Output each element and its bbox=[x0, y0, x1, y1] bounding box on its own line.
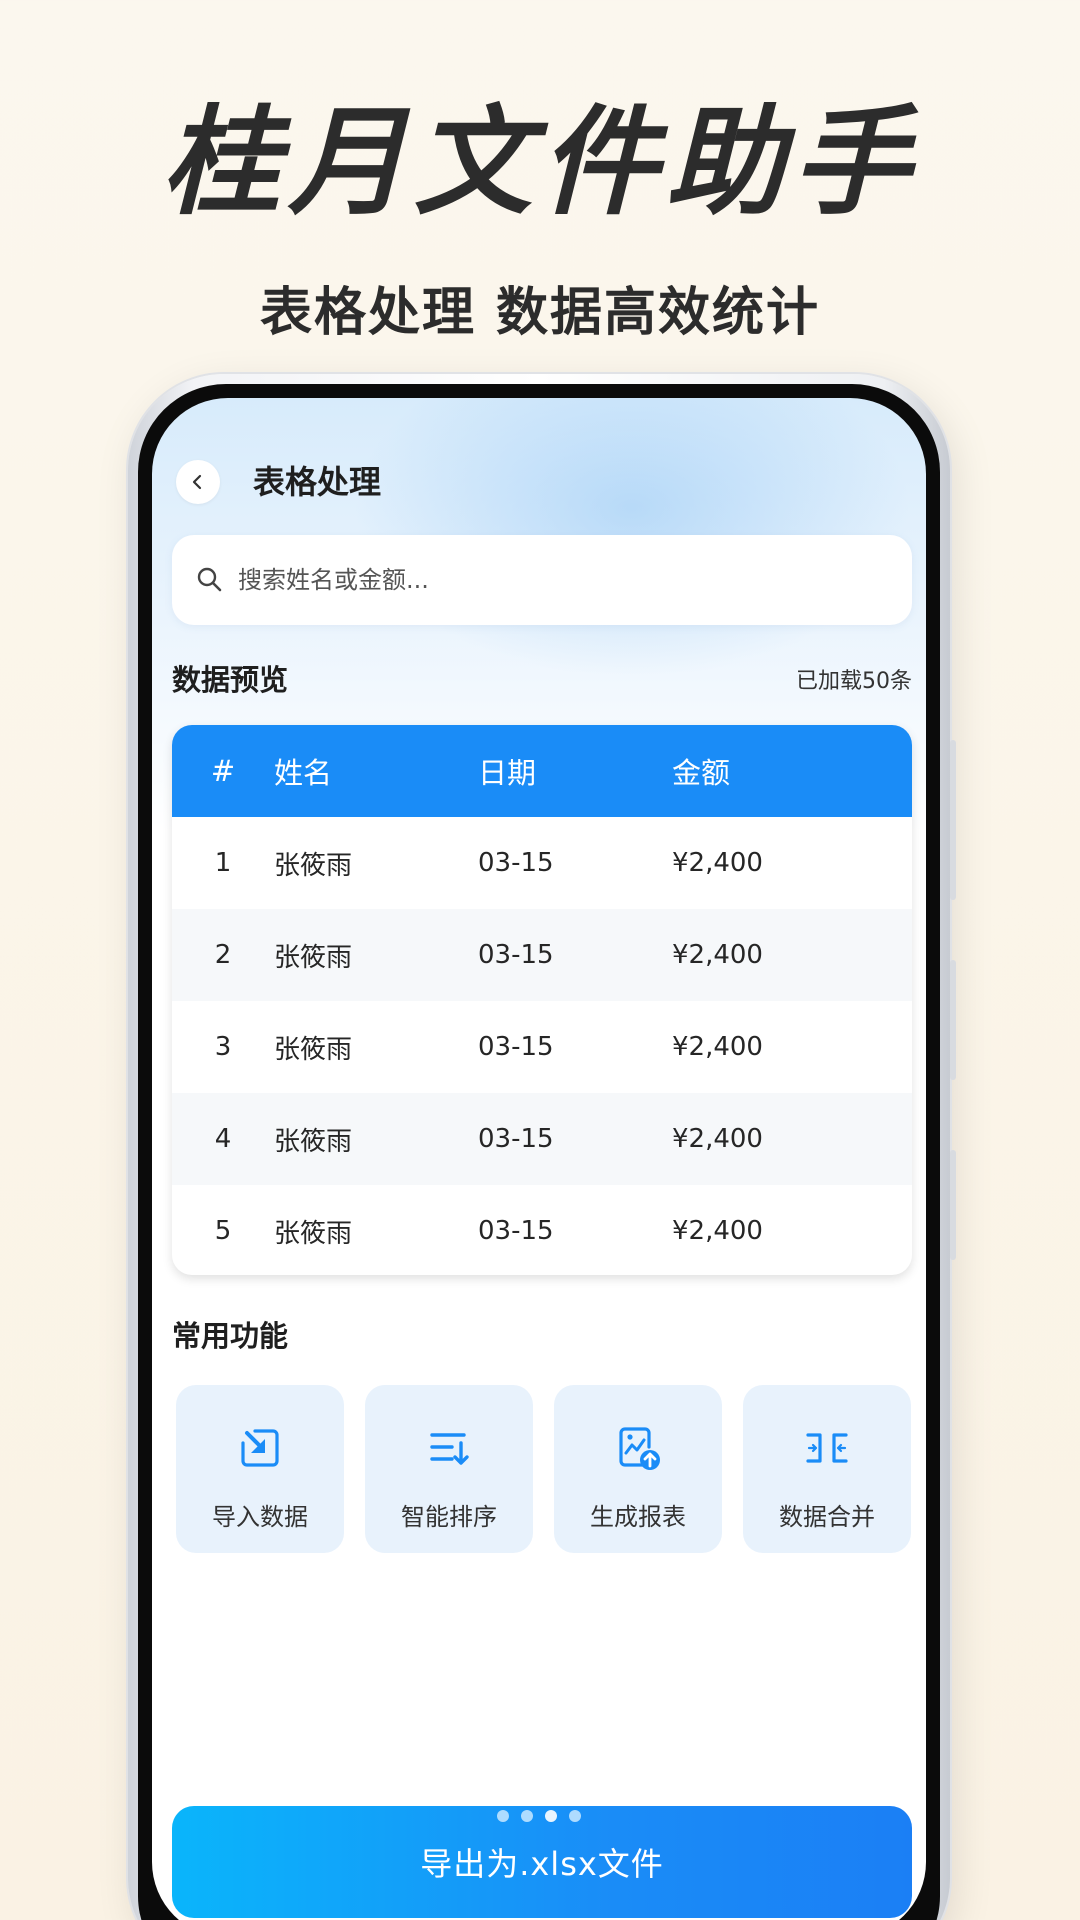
page-title: 表格处理 bbox=[253, 463, 382, 501]
hero-title: 桂月文件助手 bbox=[161, 93, 918, 231]
cell-amount: ¥2,400 bbox=[672, 940, 763, 970]
cell-name: 张筱雨 bbox=[274, 942, 353, 973]
column-header-amount[interactable]: 金额 bbox=[672, 750, 912, 792]
cell-date: 03-15 bbox=[478, 1216, 554, 1246]
cell-date: 03-15 bbox=[478, 1124, 554, 1154]
cell-index: 1 bbox=[214, 848, 232, 878]
feature-label: 数据合并 bbox=[779, 1503, 875, 1531]
hero-subtitle: 表格处理 数据高效统计 bbox=[259, 283, 821, 343]
cell-index: 2 bbox=[214, 940, 232, 970]
feature-label: 导入数据 bbox=[212, 1503, 308, 1531]
loaded-count: 已加载50条 bbox=[796, 669, 912, 694]
table-row[interactable]: 1 张筱雨 03-15 ¥2,400 bbox=[172, 817, 912, 909]
preview-section-title: 数据预览 bbox=[172, 663, 289, 697]
phone-side-button bbox=[950, 960, 956, 1080]
page-indicator bbox=[152, 1810, 926, 1822]
export-button-label: 导出为.xlsx文件 bbox=[420, 1845, 664, 1883]
cell-index: 3 bbox=[214, 1032, 232, 1062]
column-header-index[interactable]: # bbox=[172, 754, 274, 788]
column-header-date[interactable]: 日期 bbox=[478, 750, 672, 792]
phone-side-button bbox=[950, 740, 956, 900]
search-icon bbox=[197, 567, 222, 592]
cell-amount: ¥2,400 bbox=[672, 1124, 763, 1154]
cell-amount: ¥2,400 bbox=[672, 1216, 763, 1246]
page-dot[interactable] bbox=[569, 1810, 581, 1822]
cell-name: 张筱雨 bbox=[274, 1034, 353, 1065]
import-data-button[interactable]: 导入数据 bbox=[176, 1385, 344, 1553]
cell-amount: ¥2,400 bbox=[672, 848, 763, 878]
report-upload-icon bbox=[619, 1427, 660, 1470]
data-table: # 姓名 日期 金额 1 张筱雨 03-15 ¥2,400 2 张筱雨 03-1… bbox=[172, 725, 912, 1275]
table-header: # 姓名 日期 金额 bbox=[172, 725, 912, 817]
features-section-title: 常用功能 bbox=[172, 1319, 289, 1353]
cell-name: 张筱雨 bbox=[274, 850, 353, 881]
phone-side-button bbox=[950, 1150, 956, 1260]
cell-index: 4 bbox=[214, 1124, 232, 1154]
page-dot[interactable] bbox=[497, 1810, 509, 1822]
page-dot[interactable] bbox=[521, 1810, 533, 1822]
table-row[interactable]: 5 张筱雨 03-15 ¥2,400 bbox=[172, 1185, 912, 1275]
generate-report-button[interactable]: 生成报表 bbox=[554, 1385, 722, 1553]
cell-date: 03-15 bbox=[478, 940, 554, 970]
cell-index: 5 bbox=[214, 1216, 232, 1246]
search-input[interactable] bbox=[238, 566, 878, 594]
cell-date: 03-15 bbox=[478, 848, 554, 878]
smart-sort-button[interactable]: 智能排序 bbox=[365, 1385, 533, 1553]
search-bar[interactable] bbox=[172, 535, 912, 625]
feature-grid: 导入数据 智能排序 生成报表 数据合并 bbox=[176, 1385, 912, 1553]
feature-label: 生成报表 bbox=[590, 1503, 686, 1531]
app-screen: 表格处理 数据预览 已加载50条 # 姓名 日期 金额 1 张筱雨 03-15 … bbox=[152, 398, 926, 1920]
export-xlsx-button[interactable]: 导出为.xlsx文件 bbox=[172, 1806, 912, 1918]
table-row[interactable]: 4 张筱雨 03-15 ¥2,400 bbox=[172, 1093, 912, 1185]
cell-amount: ¥2,400 bbox=[672, 1032, 763, 1062]
page-dot-active[interactable] bbox=[545, 1810, 557, 1822]
cell-name: 张筱雨 bbox=[274, 1126, 353, 1157]
back-button[interactable] bbox=[176, 460, 220, 504]
cell-name: 张筱雨 bbox=[274, 1218, 353, 1249]
feature-label: 智能排序 bbox=[401, 1503, 497, 1531]
sort-icon bbox=[430, 1433, 469, 1465]
import-icon bbox=[241, 1429, 279, 1467]
merge-data-button[interactable]: 数据合并 bbox=[743, 1385, 911, 1553]
cell-date: 03-15 bbox=[478, 1032, 554, 1062]
column-header-name[interactable]: 姓名 bbox=[274, 750, 478, 792]
table-row[interactable]: 2 张筱雨 03-15 ¥2,400 bbox=[172, 909, 912, 1001]
merge-icon bbox=[806, 1433, 848, 1463]
chevron-left-icon bbox=[192, 474, 202, 490]
table-row[interactable]: 3 张筱雨 03-15 ¥2,400 bbox=[172, 1001, 912, 1093]
